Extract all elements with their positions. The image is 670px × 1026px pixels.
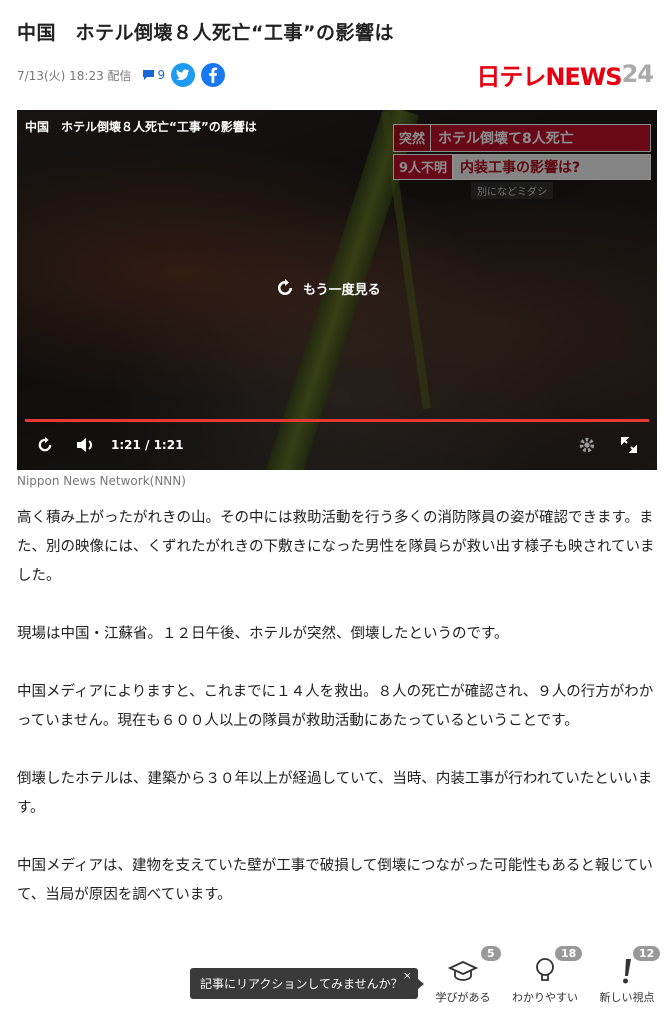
- video-controls: 1:21 / 1:21: [17, 420, 657, 470]
- facebook-share-button[interactable]: [201, 63, 226, 87]
- paragraph: 現場は中国・江蘇省。１２日午後、ホテルが突然、倒壊したというのです。: [17, 626, 509, 642]
- article-meta: 7/13(火) 18:23 配信 9: [17, 63, 226, 87]
- comment-link[interactable]: 9: [142, 68, 166, 82]
- video-time: 1:21 / 1:21: [111, 438, 184, 452]
- reaction-label: 学びがある: [435, 991, 491, 1004]
- volume-icon: [77, 438, 92, 452]
- settings-button[interactable]: [575, 433, 599, 457]
- video-title: 中国 ホテル倒壊８人死亡“工事”の影響は: [25, 120, 257, 134]
- replay-label: もう一度見る: [303, 282, 381, 298]
- reaction-new-view-button[interactable]: 12 新しい視点: [587, 946, 667, 1005]
- reaction-label: わかりやすい: [512, 991, 578, 1004]
- reaction-clear-button[interactable]: 18 わかりやすい: [505, 946, 585, 1005]
- twitter-icon: [176, 69, 190, 81]
- video-player[interactable]: 突然 ホテル倒壊て8人死亡 9人不明 内装工事の影響は? 別になどミダシ 中国 …: [17, 110, 657, 470]
- volume-button[interactable]: [73, 433, 97, 457]
- article-title: 中国 ホテル倒壊８人死亡“工事”の影響は: [17, 22, 394, 44]
- lightbulb-icon: [536, 958, 554, 981]
- reaction-count: 5: [481, 946, 501, 961]
- reaction-count: 18: [555, 946, 583, 961]
- reaction-prompt-text: 記事にリアクションしてみませんか？: [200, 977, 403, 991]
- reaction-label: 新しい視点: [599, 991, 655, 1004]
- comment-count: 9: [157, 68, 166, 82]
- fullscreen-button[interactable]: [617, 433, 641, 457]
- replay-small-icon: [38, 436, 52, 452]
- logo-number: 24: [621, 60, 654, 88]
- comment-icon: [142, 70, 154, 80]
- ntv-news24-logo[interactable]: 日テレNEWS 24: [476, 58, 654, 91]
- close-icon[interactable]: ×: [403, 969, 412, 982]
- graduation-cap-icon: [448, 961, 478, 981]
- paragraph: 中国メディアは、建物を支えていた壁が工事で破損して倒壊につながった可能性もあると…: [17, 858, 653, 903]
- exclamation-icon: [623, 959, 631, 984]
- reaction-learn-button[interactable]: 5 学びがある: [423, 946, 503, 1005]
- gear-icon: [579, 437, 595, 453]
- replay-control-button[interactable]: [33, 433, 57, 457]
- facebook-icon: [209, 67, 218, 83]
- article-body: 高く積み上がったがれきの山。その中には救助活動を行う多くの消防隊員の姿が確認でき…: [17, 504, 657, 939]
- reaction-prompt: 記事にリアクションしてみませんか？ ×: [190, 968, 424, 999]
- replay-icon: [278, 279, 292, 295]
- replay-button[interactable]: もう一度見る: [275, 278, 381, 298]
- paragraph: 倒壊したホテルは、建築から３０年以上が経過していて、当時、内装工事が行われていた…: [17, 771, 653, 816]
- video-credit: Nippon News Network(NNN): [17, 474, 186, 488]
- fullscreen-icon: [621, 437, 637, 453]
- publish-date: 7/13(火) 18:23 配信: [17, 68, 132, 83]
- paragraph: 中国メディアによりますと、これまでに１４人を救出。８人の死亡が確認され、９人の行…: [17, 684, 654, 729]
- paragraph: 高く積み上がったがれきの山。その中には救助活動を行う多くの消防隊員の姿が確認でき…: [17, 510, 655, 584]
- reaction-count: 12: [633, 946, 661, 961]
- twitter-share-button[interactable]: [171, 63, 196, 87]
- logo-main: 日テレNEWS: [476, 62, 622, 91]
